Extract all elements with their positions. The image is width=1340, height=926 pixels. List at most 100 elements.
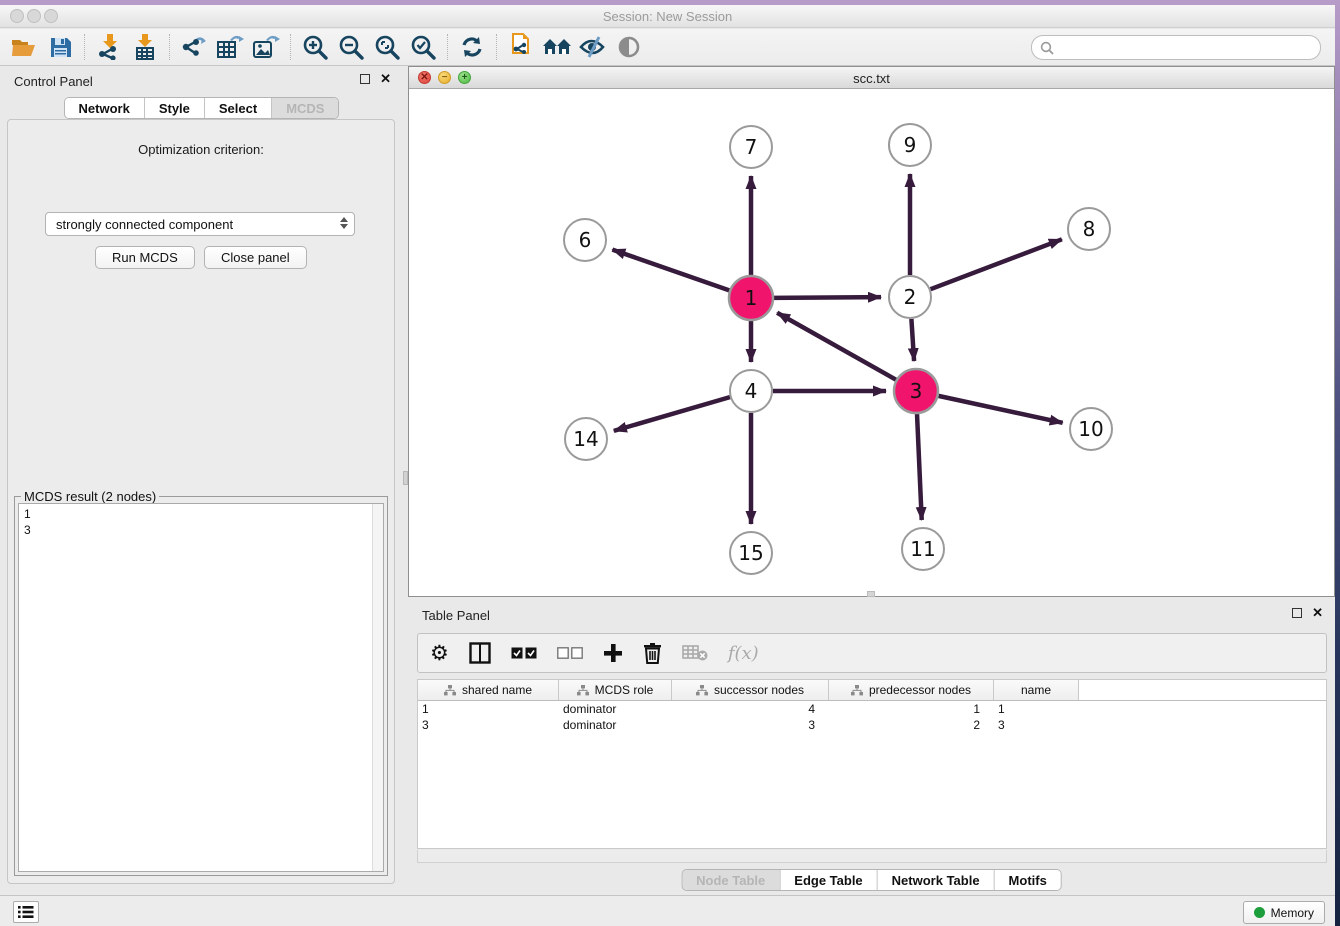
close-table-panel-icon[interactable]: ✕ [1312,608,1323,618]
cell-predecessor-nodes[interactable]: 1 [829,701,994,717]
search-input[interactable] [1054,40,1304,55]
cell-shared-name[interactable]: 1 [418,701,559,717]
table-tab-node-table[interactable]: Node Table [682,870,779,890]
column-header-successor-nodes[interactable]: successor nodes [672,680,829,700]
table-tabs: Node TableEdge TableNetwork TableMotifs [681,869,1062,891]
tab-mcds[interactable]: MCDS [271,98,338,118]
run-mcds-button[interactable]: Run MCDS [95,246,195,269]
table-hscrollbar[interactable] [417,850,1327,863]
refresh-icon[interactable] [454,32,490,62]
graph-node-10[interactable]: 10 [1070,408,1112,450]
screen: Session: New Session [0,0,1340,926]
toolbar-separator [169,34,170,60]
graph-edge-2-8[interactable] [931,239,1062,289]
cell-shared-name[interactable]: 3 [418,717,559,733]
network-graph[interactable]: 7 9 6 8 1 2 4 3 14 10 15 11 [409,89,1334,596]
graph-edge-2-3[interactable] [911,319,914,361]
graph-edge-3-10[interactable] [938,396,1062,423]
zoom-fit-icon[interactable] [369,32,405,62]
graph-node-15[interactable]: 15 [730,532,772,574]
graph-edge-3-11[interactable] [917,414,922,520]
table-tab-motifs[interactable]: Motifs [994,870,1061,890]
column-header-predecessor-nodes[interactable]: predecessor nodes [829,680,994,700]
control-panel: Control Panel ✕ NetworkStyleSelectMCDS O… [0,66,403,895]
export-table-icon[interactable] [212,32,248,62]
zoom-selected-icon[interactable] [405,32,441,62]
toolbar-separator [447,34,448,60]
network-canvas[interactable]: 7 9 6 8 1 2 4 3 14 10 15 11 [409,89,1334,596]
table-row[interactable]: 1dominator411 [418,701,1326,717]
function-builder-icon-disabled: f(x) [728,638,759,668]
tab-select[interactable]: Select [204,98,271,118]
table-tab-edge-table[interactable]: Edge Table [779,870,876,890]
export-network-icon[interactable] [176,32,212,62]
split-columns-icon[interactable] [469,638,491,668]
graph-node-6[interactable]: 6 [564,219,606,261]
zoom-in-icon[interactable] [297,32,333,62]
select-all-checkboxes-icon[interactable] [511,638,537,668]
add-column-icon[interactable] [603,638,623,668]
visual-style-icon[interactable] [575,32,611,62]
export-image-icon[interactable] [248,32,284,62]
save-session-icon[interactable] [42,32,78,62]
cell-successor-nodes[interactable]: 3 [672,717,829,733]
cell-name[interactable]: 1 [994,701,1079,717]
search-icon [1040,41,1054,55]
graph-node-4[interactable]: 4 [730,370,772,412]
column-header-name[interactable]: name [994,680,1079,700]
node-table[interactable]: shared nameMCDS rolesuccessor nodesprede… [417,679,1327,849]
attribute-tree-icon [696,685,708,696]
tab-network[interactable]: Network [65,98,144,118]
select-stepper-icon [340,217,348,229]
svg-text:6: 6 [579,228,592,252]
float-table-panel-icon[interactable] [1292,608,1302,618]
task-history-button[interactable] [13,901,39,923]
graph-edge-1-2[interactable] [774,297,881,298]
copy-network-icon[interactable] [503,32,539,62]
search-field[interactable] [1031,35,1321,60]
delete-table-icon-disabled [682,638,708,668]
graph-node-9[interactable]: 9 [889,124,931,166]
network-resize-handle[interactable] [867,591,875,597]
deselect-checkboxes-icon[interactable] [557,638,583,668]
import-table-icon[interactable] [127,32,163,62]
cell-name[interactable]: 3 [994,717,1079,733]
graph-edge-3-1[interactable] [777,313,896,380]
column-header-shared-name[interactable]: shared name [418,680,559,700]
result-scrollbar[interactable] [372,504,383,871]
delete-column-trash-icon[interactable] [643,638,662,668]
home-icon[interactable] [539,32,575,62]
cell-successor-nodes[interactable]: 4 [672,701,829,717]
main-toolbar [0,29,1335,66]
table-body: 1dominator4113dominator323 [418,701,1326,733]
graph-node-11[interactable]: 11 [902,528,944,570]
zoom-out-icon[interactable] [333,32,369,62]
cell-MCDS-role[interactable]: dominator [559,717,672,733]
close-panel-button[interactable]: Close panel [204,246,307,269]
table-settings-gear-icon[interactable]: ⚙ [430,638,449,668]
graph-node-8[interactable]: 8 [1068,208,1110,250]
graph-edge-4-14[interactable] [614,397,730,431]
float-panel-icon[interactable] [360,74,370,84]
table-tab-network-table[interactable]: Network Table [877,870,994,890]
tab-style[interactable]: Style [144,98,204,118]
memory-button[interactable]: Memory [1243,901,1325,924]
hide-panel-eye-icon[interactable] [611,32,647,62]
graph-node-2[interactable]: 2 [889,276,931,318]
graph-node-7[interactable]: 7 [730,126,772,168]
graph-node-14[interactable]: 14 [565,418,607,460]
network-window-titlebar: ✕ − + scc.txt [409,67,1334,89]
graph-node-3[interactable]: 3 [894,369,938,413]
import-network-icon[interactable] [91,32,127,62]
graph-node-1[interactable]: 1 [729,276,773,320]
cell-MCDS-role[interactable]: dominator [559,701,672,717]
graph-edge-1-6[interactable] [612,250,729,291]
open-folder-icon[interactable] [6,32,42,62]
optimization-criterion-select[interactable]: strongly connected component [45,212,355,236]
close-panel-icon[interactable]: ✕ [380,74,391,84]
table-row[interactable]: 3dominator323 [418,717,1326,733]
mcds-result-text[interactable]: 13 [18,503,384,872]
cell-predecessor-nodes[interactable]: 2 [829,717,994,733]
column-header-MCDS-role[interactable]: MCDS role [559,680,672,700]
svg-text:2: 2 [904,285,917,309]
